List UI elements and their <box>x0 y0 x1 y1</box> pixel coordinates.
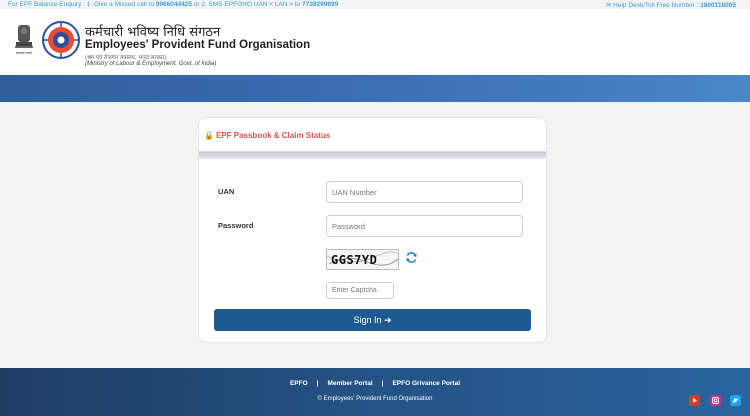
org-name-hindi: कर्मचारी भविष्य निधि संगठन <box>85 25 221 40</box>
site-footer: EPFO | Member Portal | EPFO Grivance Portal … <box>0 368 750 416</box>
ministry-english: (Ministry of Labour & Employment, Govt. … <box>85 61 217 67</box>
card-divider <box>199 152 546 159</box>
password-label: Password <box>218 221 254 230</box>
national-emblem-icon: सत्यमेव जयते <box>15 25 33 55</box>
twitter-icon[interactable] <box>730 395 741 406</box>
login-card-header: 🔒 EPF Passbook & Claim Status <box>199 118 546 152</box>
balance-enquiry-text: For EPF Balance Enquiry : 1. Give a Miss… <box>8 1 339 8</box>
uan-label: UAN <box>218 187 235 196</box>
sms-number: 7738299899 <box>302 1 339 8</box>
header-banner <box>0 75 750 102</box>
top-info-bar: For EPF Balance Enquiry : 1. Give a Miss… <box>0 0 750 9</box>
mail-icon: ✉ <box>605 2 612 9</box>
footer-copyright: © Employees' Provident Fund Organisation <box>317 396 433 402</box>
svg-text:सत्यमेव जयते: सत्यमेव जयते <box>16 51 32 55</box>
lock-icon: 🔒 <box>204 131 214 140</box>
missed-call-number: 9966044425 <box>155 1 192 8</box>
login-card: 🔒EPF Passbook & Claim Status UAN Passwor… <box>198 117 547 343</box>
refresh-icon[interactable] <box>405 251 418 264</box>
footer-links: EPFO | Member Portal | EPFO Grivance Portal <box>289 380 461 387</box>
org-name-english: Employees' Provident Fund Organisation <box>85 39 311 51</box>
captcha-image: GGS7YD <box>326 249 399 270</box>
ministry-hindi: (श्रम एवं रोजगार मंत्रालय, भारत सरकार) <box>85 55 167 61</box>
instagram-icon[interactable] <box>710 395 721 406</box>
footer-link-epfo[interactable]: EPFO <box>290 380 308 387</box>
login-card-title: 🔒 EPF Passbook & Claim Status <box>204 131 331 140</box>
uan-input[interactable] <box>326 181 523 203</box>
epfo-logo-icon <box>42 21 80 59</box>
password-input[interactable] <box>326 215 523 237</box>
captcha-input[interactable] <box>326 282 394 299</box>
site-header: सत्यमेव जयते कर्मचारी भविष्य निधि संगठन … <box>0 9 750 75</box>
sign-in-button[interactable]: Sign In ➜ <box>214 309 531 331</box>
signin-arrow-icon: ➜ <box>384 315 392 325</box>
helpdesk-info: ✉ Help Desk/Toll Free Number : 180011800… <box>605 2 736 9</box>
helpdesk-number: 1800118005 <box>700 2 736 9</box>
footer-link-grivance-portal[interactable]: EPFO Grivance Portal <box>392 380 460 387</box>
youtube-icon[interactable] <box>689 395 700 406</box>
captcha-text: GGS7YD <box>331 253 378 267</box>
footer-link-member-portal[interactable]: Member Portal <box>327 380 372 387</box>
